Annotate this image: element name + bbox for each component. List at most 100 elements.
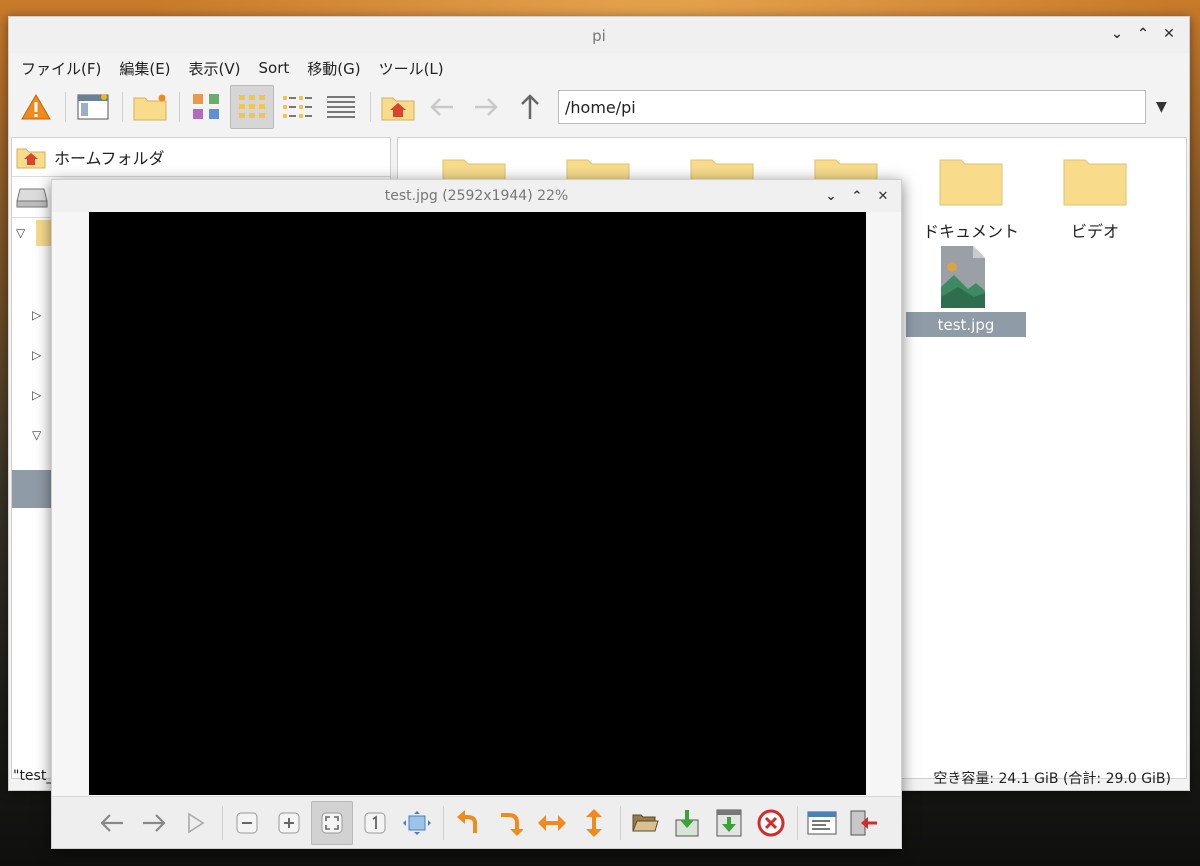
image-canvas[interactable] bbox=[89, 212, 866, 795]
compact-view-icon bbox=[283, 96, 312, 118]
back-button[interactable] bbox=[421, 86, 463, 128]
menu-bar: ファイル(F) 編集(E) 表示(V) Sort 移動(G) ツール(L) bbox=[9, 53, 1189, 83]
new-folder-button[interactable] bbox=[129, 86, 171, 128]
icon-view-icon bbox=[239, 95, 265, 118]
drive-icon bbox=[16, 188, 48, 208]
zoom-out-icon bbox=[236, 812, 258, 833]
open-folder-icon bbox=[632, 814, 659, 831]
save-icon bbox=[675, 809, 699, 836]
view-icons-button[interactable] bbox=[230, 85, 274, 129]
arrow-up-icon bbox=[521, 94, 539, 119]
home-icon bbox=[16, 148, 46, 169]
save-button[interactable] bbox=[667, 802, 707, 844]
maximize-button[interactable]: ⌃ bbox=[1133, 23, 1153, 45]
warning-button[interactable] bbox=[15, 86, 57, 128]
image-viewer-window: test.jpg (2592x1944) 22% ⌄ ⌃ ✕ bbox=[51, 179, 902, 849]
rotate-ccw-icon bbox=[457, 809, 477, 833]
tree-expander-collapsed[interactable]: ▷ bbox=[32, 388, 41, 402]
arrow-right-icon bbox=[475, 98, 498, 116]
forward-button[interactable] bbox=[465, 86, 507, 128]
toolbar: /home/pi ▼ bbox=[9, 83, 1189, 131]
status-free-space: 空き容量: 24.1 GiB (合計: 29.0 GiB) bbox=[933, 771, 1171, 787]
path-dropdown-icon[interactable]: ▼ bbox=[1156, 99, 1167, 115]
menu-view[interactable]: 表示(V) bbox=[189, 58, 241, 79]
minimize-button[interactable]: ⌄ bbox=[1107, 23, 1127, 45]
places-home-label: ホームフォルダ bbox=[54, 149, 165, 168]
rotate-right-button[interactable] bbox=[490, 802, 530, 844]
view-compact-button[interactable] bbox=[276, 86, 318, 128]
view-list-button[interactable] bbox=[320, 86, 362, 128]
flip-vertical-icon bbox=[586, 808, 602, 837]
close-button[interactable]: ✕ bbox=[1159, 23, 1179, 45]
next-image-button[interactable] bbox=[134, 802, 174, 844]
new-folder-icon bbox=[133, 94, 167, 121]
play-icon bbox=[188, 812, 205, 833]
flip-horizontal-icon bbox=[538, 814, 566, 831]
previous-image-button[interactable] bbox=[92, 802, 132, 844]
file-label-test-jpg: test.jpg bbox=[906, 312, 1026, 337]
file-item-test-jpg[interactable]: test.jpg bbox=[906, 245, 1026, 338]
viewer-title: test.jpg (2592x1944) 22% bbox=[384, 188, 569, 204]
image-file-icon bbox=[941, 246, 985, 308]
folder-label-videos[interactable]: ビデオ bbox=[1035, 218, 1155, 242]
tree-expander-collapsed[interactable]: ▷ bbox=[32, 308, 41, 322]
viewer-title-bar: test.jpg (2592x1944) 22% ⌄ ⌃ ✕ bbox=[52, 180, 901, 212]
tree-selected-row[interactable] bbox=[12, 470, 54, 508]
warning-icon bbox=[21, 94, 51, 120]
slideshow-button[interactable] bbox=[176, 802, 216, 844]
zoom-in-button[interactable] bbox=[269, 802, 309, 844]
viewer-maximize-button[interactable]: ⌃ bbox=[847, 186, 867, 206]
rotate-left-button[interactable] bbox=[448, 802, 488, 844]
arrow-left-icon bbox=[430, 98, 453, 116]
folder-icon[interactable] bbox=[939, 154, 1003, 206]
home-folder-icon bbox=[381, 97, 415, 121]
quit-button[interactable] bbox=[844, 802, 884, 844]
delete-icon bbox=[757, 809, 785, 836]
view-thumbnails-button[interactable] bbox=[186, 86, 228, 128]
fullscreen-icon bbox=[403, 810, 431, 835]
viewer-close-button[interactable]: ✕ bbox=[873, 186, 893, 206]
tree-expander-collapsed[interactable]: ▷ bbox=[32, 348, 41, 362]
menu-tools[interactable]: ツール(L) bbox=[379, 58, 444, 79]
original-size-icon bbox=[364, 812, 386, 833]
home-button[interactable] bbox=[377, 86, 419, 128]
window-title: pi bbox=[592, 27, 606, 45]
fit-to-window-button[interactable] bbox=[311, 800, 353, 845]
thumbnail-view-icon bbox=[193, 94, 219, 119]
exit-icon bbox=[850, 810, 877, 835]
menu-file[interactable]: ファイル(F) bbox=[21, 58, 101, 79]
title-bar: pi ⌄ ⌃ ✕ bbox=[9, 17, 1189, 53]
arrow-left-icon bbox=[100, 813, 123, 832]
menu-edit[interactable]: 編集(E) bbox=[119, 58, 170, 79]
list-view-icon bbox=[327, 96, 355, 118]
delete-button[interactable] bbox=[751, 802, 791, 844]
flip-horizontal-button[interactable] bbox=[532, 802, 572, 844]
original-size-button[interactable] bbox=[355, 802, 395, 844]
tree-expander-open[interactable]: ▽ bbox=[16, 226, 25, 240]
places-home-item[interactable]: ホームフォルダ bbox=[12, 138, 390, 177]
save-as-button[interactable] bbox=[709, 802, 749, 844]
zoom-in-icon bbox=[278, 812, 300, 833]
preferences-icon bbox=[807, 811, 837, 834]
viewer-toolbar bbox=[52, 796, 901, 848]
preferences-button[interactable] bbox=[802, 802, 842, 844]
path-input[interactable]: /home/pi bbox=[558, 90, 1146, 124]
new-window-button[interactable] bbox=[72, 86, 114, 128]
folder-label-documents[interactable]: ドキュメント bbox=[911, 218, 1031, 242]
viewer-minimize-button[interactable]: ⌄ bbox=[821, 186, 841, 206]
folder-icon[interactable] bbox=[1063, 154, 1127, 206]
tree-expander-open[interactable]: ▽ bbox=[32, 428, 41, 442]
open-file-button[interactable] bbox=[625, 802, 665, 844]
flip-vertical-button[interactable] bbox=[574, 802, 614, 844]
up-button[interactable] bbox=[509, 86, 551, 128]
fullscreen-button[interactable] bbox=[397, 802, 437, 844]
menu-sort[interactable]: Sort bbox=[259, 59, 290, 77]
save-as-icon bbox=[716, 809, 742, 836]
zoom-out-button[interactable] bbox=[227, 802, 267, 844]
new-window-icon bbox=[77, 94, 109, 120]
fit-window-icon bbox=[321, 812, 343, 833]
status-selection: "test_ bbox=[13, 768, 54, 784]
menu-go[interactable]: 移動(G) bbox=[307, 58, 360, 79]
arrow-right-icon bbox=[143, 813, 166, 832]
rotate-cw-icon bbox=[501, 812, 523, 836]
